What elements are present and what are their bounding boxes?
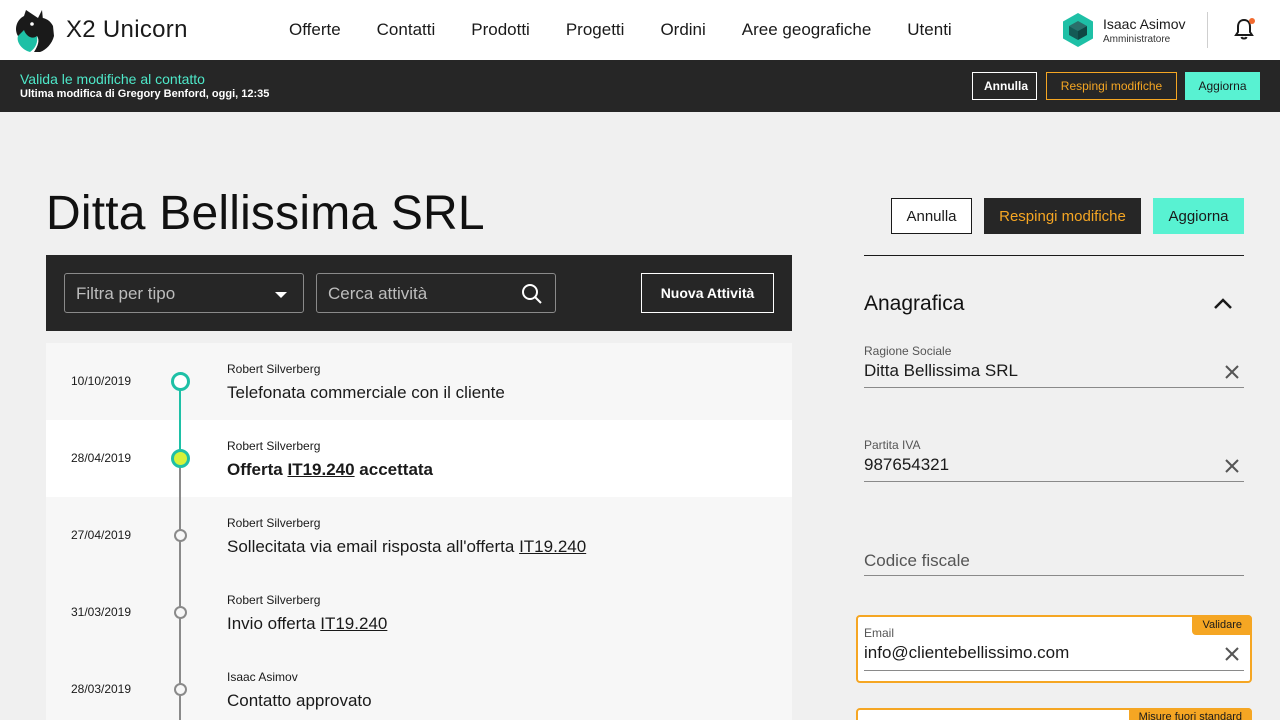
activity-text: Offerta IT19.240 accettata — [227, 460, 434, 479]
timeline-dot — [174, 606, 187, 619]
timeline-item[interactable]: 28/04/2019 Robert Silverberg Offerta IT1… — [46, 420, 792, 497]
timeline-dot — [174, 683, 187, 696]
header-divider — [1207, 12, 1208, 48]
ragione-sociale-field[interactable]: Ragione Sociale Ditta Bellissima SRL — [864, 344, 1244, 390]
bar-reject-changes-button[interactable]: Respingi modifiche — [1046, 72, 1177, 100]
activity-text: Telefonata commerciale con il cliente — [227, 383, 505, 402]
email-field[interactable]: Email info@clientebellissimo.com — [864, 626, 1244, 672]
nav-item-ordini[interactable]: Ordini — [642, 20, 723, 40]
chevron-down-icon — [275, 292, 287, 298]
timeline-item[interactable]: 10/10/2019 Robert Silverberg Telefonata … — [46, 343, 792, 420]
bar-cancel-button[interactable]: Annulla — [972, 72, 1037, 100]
new-activity-button[interactable]: Nuova Attività — [641, 273, 774, 313]
activity-text: Sollecitata via email risposta all'offer… — [227, 537, 587, 556]
nav-item-aree-geografiche[interactable]: Aree geografiche — [724, 20, 889, 40]
section-title-anagrafica[interactable]: Anagrafica — [864, 292, 964, 316]
codice-fiscale-field[interactable]: Codice fiscale — [864, 551, 970, 571]
activity-date: 31/03/2019 — [70, 605, 132, 619]
type-filter-placeholder: Filtra per tipo — [76, 284, 176, 303]
activity-date: 10/10/2019 — [70, 374, 132, 388]
timeline-dot — [171, 372, 190, 391]
field-value[interactable]: Ditta Bellissima SRL — [864, 361, 1244, 381]
panel-divider — [864, 255, 1244, 256]
partita-iva-field[interactable]: Partita IVA 987654321 — [864, 438, 1244, 484]
main-nav: Offerte Contatti Prodotti Progetti Ordin… — [271, 0, 970, 60]
top-nav-bar: X2 Unicorn Offerte Contatti Prodotti Pro… — [0, 0, 1280, 60]
next-field-container: Misure fuori standard — [856, 708, 1252, 720]
update-button[interactable]: Aggiorna — [1153, 198, 1244, 234]
validation-title: Valida le modifiche al contatto — [20, 71, 205, 87]
activity-timeline: 10/10/2019 Robert Silverberg Telefonata … — [46, 343, 792, 720]
nav-item-offerte[interactable]: Offerte — [271, 20, 359, 40]
timeline-item[interactable]: 27/04/2019 Robert Silverberg Sollecitata… — [46, 497, 792, 574]
field-label: Partita IVA — [864, 438, 921, 452]
search-icon[interactable] — [521, 283, 543, 305]
offer-link[interactable]: IT19.240 — [287, 460, 354, 479]
activity-author: Isaac Asimov — [227, 670, 298, 684]
nav-item-utenti[interactable]: Utenti — [889, 20, 969, 40]
warning-badge: Misure fuori standard — [1128, 708, 1252, 720]
nav-item-prodotti[interactable]: Prodotti — [453, 20, 548, 40]
chevron-up-icon[interactable] — [1213, 296, 1233, 310]
bar-update-button[interactable]: Aggiorna — [1185, 72, 1260, 100]
close-icon[interactable] — [1224, 458, 1240, 474]
activity-date: 28/03/2019 — [70, 682, 132, 696]
timeline-dot — [171, 449, 190, 468]
reject-changes-button[interactable]: Respingi modifiche — [984, 198, 1141, 234]
offer-link[interactable]: IT19.240 — [519, 537, 586, 556]
field-label: Ragione Sociale — [864, 344, 952, 358]
field-value[interactable]: info@clientebellissimo.com — [864, 643, 1244, 663]
activity-author: Robert Silverberg — [227, 516, 321, 530]
user-menu[interactable]: Isaac Asimov Amministratore — [1060, 11, 1185, 49]
activity-author: Robert Silverberg — [227, 439, 321, 453]
nav-item-progetti[interactable]: Progetti — [548, 20, 643, 40]
activity-text: Contatto approvato — [227, 691, 372, 710]
activity-search-input[interactable]: Cerca attività — [316, 273, 556, 313]
timeline-connector — [179, 382, 181, 459]
activity-date: 28/04/2019 — [70, 451, 132, 465]
activity-author: Robert Silverberg — [227, 362, 321, 376]
timeline-item[interactable]: 31/03/2019 Robert Silverberg Invio offer… — [46, 574, 792, 651]
unicorn-logo-icon[interactable] — [10, 6, 60, 56]
user-name: Isaac Asimov — [1103, 15, 1186, 32]
activity-author: Robert Silverberg — [227, 593, 321, 607]
field-label: Email — [864, 626, 895, 640]
close-icon[interactable] — [1224, 364, 1240, 380]
timeline-connector — [179, 459, 181, 720]
activity-search-placeholder: Cerca attività — [328, 284, 428, 303]
codice-fiscale-underline — [864, 575, 1244, 576]
activity-date: 27/04/2019 — [70, 528, 132, 542]
timeline-dot — [174, 529, 187, 542]
bell-icon[interactable] — [1233, 17, 1255, 41]
field-value[interactable]: 987654321 — [864, 455, 1244, 475]
nav-item-contatti[interactable]: Contatti — [359, 20, 454, 40]
timeline-item[interactable]: 28/03/2019 Isaac Asimov Contatto approva… — [46, 651, 792, 720]
activity-filter-bar: Filtra per tipo Cerca attività Nuova Att… — [46, 255, 792, 331]
user-avatar-icon — [1063, 13, 1093, 47]
close-icon[interactable] — [1224, 646, 1240, 662]
cancel-button[interactable]: Annulla — [891, 198, 972, 234]
offer-link[interactable]: IT19.240 — [320, 614, 387, 633]
page-title: Ditta Bellissima SRL — [46, 187, 485, 240]
brand-name[interactable]: X2 Unicorn — [66, 16, 188, 44]
type-filter-select[interactable]: Filtra per tipo — [64, 273, 304, 313]
activity-text: Invio offerta IT19.240 — [227, 614, 388, 633]
validation-subtitle: Ultima modifica di Gregory Benford, oggi… — [20, 88, 270, 100]
user-role: Amministratore — [1103, 33, 1171, 45]
